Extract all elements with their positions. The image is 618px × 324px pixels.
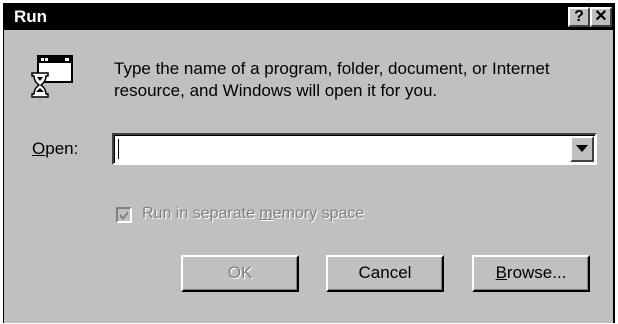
cancel-button[interactable]: Cancel bbox=[326, 255, 444, 292]
help-icon: ? bbox=[574, 8, 584, 25]
help-button[interactable]: ? bbox=[568, 7, 590, 27]
open-label-mnemonic: O bbox=[32, 139, 46, 158]
window-title: Run bbox=[14, 7, 48, 26]
memory-label-mnemonic: m bbox=[259, 205, 273, 222]
open-label: Open: bbox=[32, 139, 78, 159]
close-button[interactable]: ✕ bbox=[590, 7, 612, 27]
open-label-text: pen: bbox=[45, 139, 79, 158]
open-dropdown-button[interactable] bbox=[570, 136, 594, 162]
description-text: Type the name of a program, folder, docu… bbox=[114, 59, 550, 100]
run-icon bbox=[30, 55, 74, 103]
memory-label-pre: Run in separate bbox=[142, 205, 260, 222]
browse-button[interactable]: Browse... bbox=[472, 255, 590, 292]
browse-mnemonic: B bbox=[495, 263, 507, 282]
ok-button: OK bbox=[181, 255, 299, 292]
open-input[interactable] bbox=[117, 137, 565, 161]
memory-space-label: Run in separate memory space bbox=[142, 205, 364, 223]
run-dialog: Run ? ✕ Type the name of a program, fold… bbox=[3, 3, 615, 323]
memory-space-checkbox bbox=[116, 207, 132, 223]
title-bar[interactable]: Run ? ✕ bbox=[4, 4, 613, 30]
checkmark-icon bbox=[120, 211, 128, 220]
browse-label: rowse... bbox=[506, 263, 567, 282]
close-icon: ✕ bbox=[594, 8, 608, 25]
text-cursor bbox=[118, 139, 119, 159]
open-combobox[interactable] bbox=[112, 133, 597, 165]
chevron-down-icon bbox=[576, 145, 588, 152]
memory-label-post: emory space bbox=[272, 205, 365, 222]
